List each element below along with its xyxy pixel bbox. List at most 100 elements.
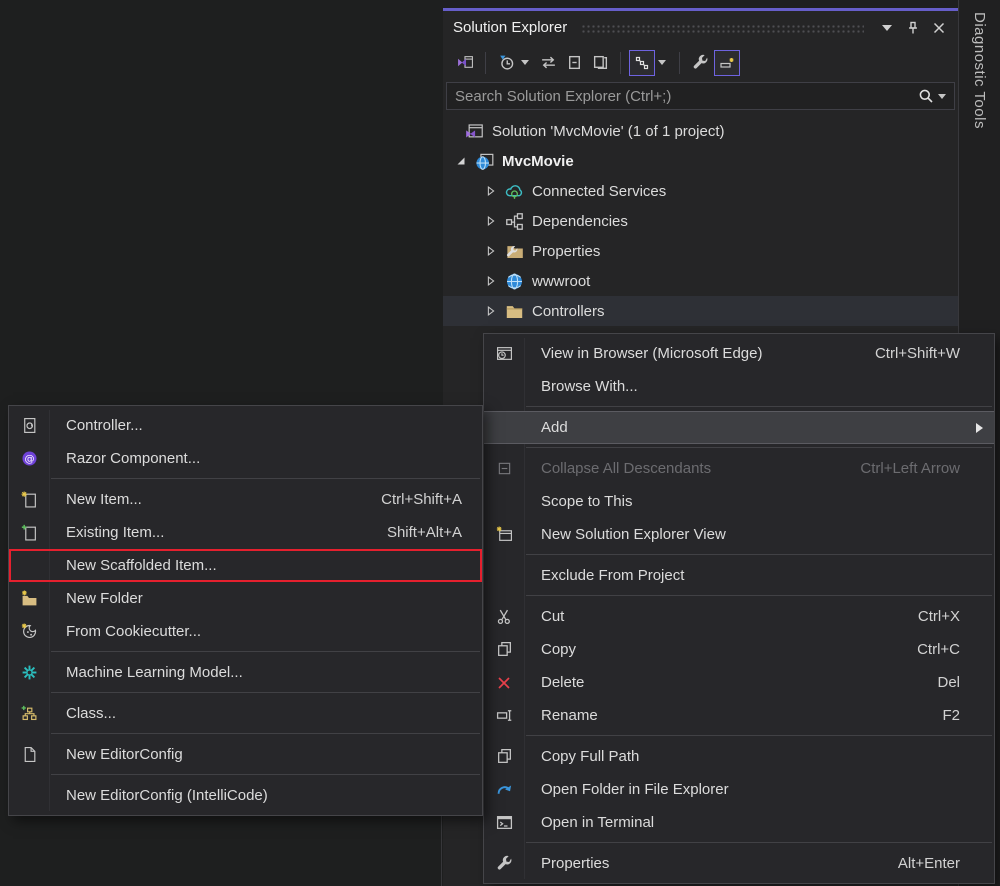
tree-row-dependencies[interactable]: Dependencies	[443, 206, 958, 236]
menu-separator	[526, 406, 992, 407]
menu-separator	[51, 478, 480, 479]
properties-folder-icon	[505, 242, 524, 261]
rename-icon	[491, 699, 517, 732]
preview-selected-items-button[interactable]	[714, 49, 740, 76]
toolbar-separator	[679, 51, 680, 74]
solution-explorer-titlebar[interactable]: Solution Explorer	[443, 11, 958, 44]
pending-changes-filter-button[interactable]	[493, 50, 519, 76]
new-folder-icon	[16, 582, 42, 615]
add-submenu: Controller... @ Razor Component... New I…	[8, 405, 483, 816]
menu-item-open-in-terminal[interactable]: Open in Terminal	[484, 806, 994, 839]
menu-item-new-folder[interactable]: New Folder	[9, 582, 482, 615]
titlebar-grip-texture	[581, 24, 864, 33]
menu-item-new-editorconfig[interactable]: New EditorConfig	[9, 738, 482, 771]
menu-item-rename[interactable]: Rename F2	[484, 699, 994, 732]
delete-red-x-icon	[491, 666, 517, 699]
menu-item-cut[interactable]: Cut Ctrl+X	[484, 600, 994, 633]
tree-row-controllers[interactable]: Controllers	[443, 296, 958, 326]
pending-changes-filter-icon	[499, 55, 513, 70]
menu-item-properties[interactable]: Properties Alt+Enter	[484, 847, 994, 880]
menu-separator	[51, 692, 480, 693]
sync-arrows-icon	[541, 56, 555, 69]
folder-icon	[505, 302, 524, 321]
razor-blazor-icon: @	[16, 442, 42, 475]
menu-item-existing-item[interactable]: Existing Item... Shift+Alt+A	[9, 516, 482, 549]
search-input[interactable]	[447, 86, 918, 106]
copy-pages-icon	[491, 633, 517, 666]
close-button[interactable]	[926, 17, 952, 39]
solution-icon	[465, 122, 484, 141]
wrench-icon	[491, 847, 517, 880]
menu-item-exclude-from-project[interactable]: Exclude From Project	[484, 559, 994, 592]
expander-collapsed-icon[interactable]	[483, 303, 499, 319]
machine-learning-gear-icon	[16, 656, 42, 689]
document-blank-icon	[16, 738, 42, 771]
window-position-button[interactable]	[874, 17, 900, 39]
search-icon[interactable]	[918, 88, 934, 104]
expander-collapsed-icon[interactable]	[483, 183, 499, 199]
existing-item-document-icon	[16, 516, 42, 549]
menu-item-new-solution-explorer-view[interactable]: New Solution Explorer View	[484, 518, 994, 551]
menu-separator	[51, 651, 480, 652]
menu-item-new-scaffolded-item[interactable]: New Scaffolded Item...	[9, 549, 482, 582]
menu-item-browse-with[interactable]: Browse With...	[484, 370, 994, 403]
tree-row-solution[interactable]: Solution 'MvcMovie' (1 of 1 project)	[443, 116, 958, 146]
track-active-item-button[interactable]	[629, 49, 655, 76]
copy-pages-icon	[491, 740, 517, 773]
tree-label: Solution 'MvcMovie' (1 of 1 project)	[492, 122, 725, 140]
expander-expanded-icon[interactable]	[453, 153, 469, 169]
menu-separator	[51, 733, 480, 734]
sync-namespaces-button[interactable]	[535, 50, 561, 76]
menu-item-view-in-browser[interactable]: View in Browser (Microsoft Edge) Ctrl+Sh…	[484, 337, 994, 370]
menu-separator	[526, 447, 992, 448]
menu-item-copy[interactable]: Copy Ctrl+C	[484, 633, 994, 666]
collapse-all-button[interactable]	[561, 50, 587, 76]
svg-text:@: @	[24, 454, 34, 465]
show-all-files-button[interactable]	[587, 50, 613, 76]
submenu-arrow-icon	[976, 422, 983, 433]
menu-item-machine-learning-model[interactable]: Machine Learning Model...	[9, 656, 482, 689]
menu-item-collapse-all-descendants[interactable]: Collapse All Descendants Ctrl+Left Arrow	[484, 452, 994, 485]
chevron-down-icon	[882, 24, 892, 31]
tree-row-project-mvcmovie[interactable]: MvcMovie	[443, 146, 958, 176]
menu-separator	[526, 842, 992, 843]
menu-separator	[51, 774, 480, 775]
pin-button[interactable]	[900, 17, 926, 39]
solution-tree: Solution 'MvcMovie' (1 of 1 project) Mvc…	[443, 116, 958, 326]
tree-row-properties[interactable]: Properties	[443, 236, 958, 266]
menu-item-add[interactable]: Add	[484, 411, 994, 444]
track-active-item-icon	[635, 56, 649, 69]
properties-toolbar-button[interactable]	[687, 50, 713, 76]
toolbar-separator	[620, 51, 621, 74]
expander-collapsed-icon[interactable]	[483, 273, 499, 289]
tree-label: Dependencies	[532, 212, 628, 230]
expander-collapsed-icon[interactable]	[483, 243, 499, 259]
collapse-box-icon	[491, 452, 517, 485]
menu-item-from-cookiecutter[interactable]: From Cookiecutter...	[9, 615, 482, 648]
menu-item-scope-to-this[interactable]: Scope to This	[484, 485, 994, 518]
switch-views-icon	[457, 56, 473, 68]
toolbar-separator	[485, 51, 486, 74]
menu-separator	[526, 735, 992, 736]
menu-item-class[interactable]: Class...	[9, 697, 482, 730]
show-all-files-icon	[593, 55, 607, 70]
menu-item-new-item[interactable]: New Item... Ctrl+Shift+A	[9, 483, 482, 516]
cookiecutter-icon	[16, 615, 42, 648]
menu-item-controller[interactable]: Controller...	[9, 409, 482, 442]
menu-item-copy-full-path[interactable]: Copy Full Path	[484, 740, 994, 773]
menu-item-delete[interactable]: Delete Del	[484, 666, 994, 699]
menu-item-razor-component[interactable]: @ Razor Component...	[9, 442, 482, 475]
class-diagram-icon	[16, 697, 42, 730]
tree-row-connected-services[interactable]: Connected Services	[443, 176, 958, 206]
layout-divider-line	[441, 812, 442, 886]
menu-item-open-folder-in-file-explorer[interactable]: Open Folder in File Explorer	[484, 773, 994, 806]
scissors-icon	[491, 600, 517, 633]
pending-changes-dropdown-icon[interactable]	[521, 60, 529, 65]
dependencies-icon	[505, 212, 524, 231]
search-options-dropdown-icon[interactable]	[938, 93, 946, 99]
expander-collapsed-icon[interactable]	[483, 213, 499, 229]
switch-views-button[interactable]	[452, 50, 478, 76]
tree-row-wwwroot[interactable]: wwwroot	[443, 266, 958, 296]
track-active-dropdown-icon[interactable]	[658, 60, 666, 65]
menu-item-new-editorconfig-intellicode[interactable]: New EditorConfig (IntelliCode)	[9, 779, 482, 812]
